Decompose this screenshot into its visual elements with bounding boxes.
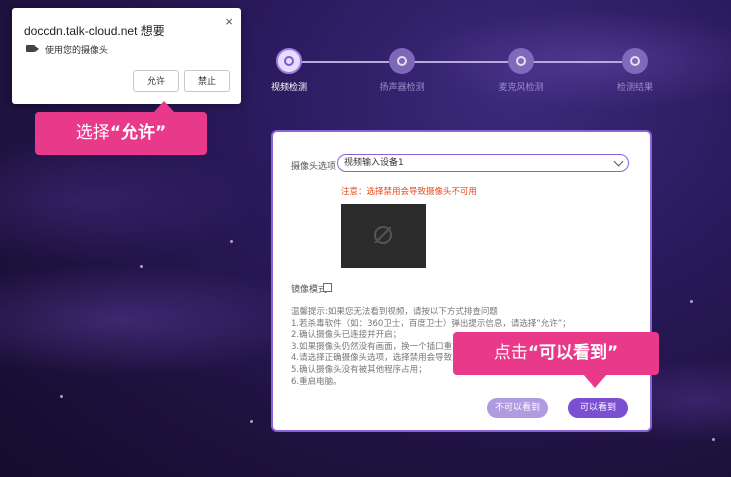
camera-icon xyxy=(26,45,39,52)
callout-prefix: 点击 xyxy=(493,343,528,363)
can-see-button[interactable]: 可以看到 xyxy=(568,398,628,418)
cannot-see-button[interactable]: 不可以看到 xyxy=(487,398,548,418)
star-decoration xyxy=(60,395,63,398)
camera-select[interactable]: 视频输入设备1 xyxy=(337,154,629,172)
mirror-mode-label: 镜像模式 xyxy=(291,285,328,295)
block-button[interactable]: 禁止 xyxy=(184,70,230,92)
allow-hint-callout: 选择“允许” xyxy=(35,101,207,155)
close-icon[interactable]: × xyxy=(225,14,233,29)
step-video xyxy=(276,48,302,74)
step-label-speaker: 扬声器检测 xyxy=(379,83,425,93)
microphone-icon xyxy=(516,56,526,66)
headphones-icon xyxy=(397,56,407,66)
can-see-hint-callout: 点击“可以看到” xyxy=(453,332,659,388)
permission-title: doccdn.talk-cloud.net 想要 xyxy=(24,24,165,38)
star-decoration xyxy=(712,438,715,441)
allow-button[interactable]: 允许 xyxy=(133,70,179,92)
step-connector xyxy=(533,61,622,63)
step-microphone xyxy=(508,48,534,74)
step-label-microphone: 麦克风检测 xyxy=(498,83,544,93)
step-connector xyxy=(414,61,508,63)
tip-line: 1.若杀毒软件（如：360卫士，百度卫士）弹出提示信息，请选择“允许”； xyxy=(291,318,571,329)
star-decoration xyxy=(250,420,253,423)
step-label-result: 检测结果 xyxy=(616,83,654,93)
chevron-down-icon xyxy=(613,156,624,167)
tip-line: 6.重启电脑。 xyxy=(291,376,342,387)
star-decoration xyxy=(140,265,143,268)
camera-option-label: 摄像头选项 xyxy=(291,162,337,172)
tip-line: 温馨提示:如果您无法看到视频，请按以下方式排查问题 xyxy=(291,307,498,317)
mirror-mode-checkbox[interactable] xyxy=(323,283,332,292)
callout-emphasis: “允许” xyxy=(109,123,167,143)
camera-select-value: 视频输入设备1 xyxy=(344,158,404,168)
step-label-video: 视频检测 xyxy=(270,83,308,93)
callout-prefix: 选择 xyxy=(75,123,110,143)
camera-icon xyxy=(284,56,294,66)
camera-permission-popup: doccdn.talk-cloud.net 想要 × 使用您的摄像头 允许 禁止 xyxy=(12,8,241,104)
warning-text: 注意：选择禁用会导致摄像头不可用 xyxy=(341,187,478,197)
step-speaker xyxy=(389,48,415,74)
no-camera-icon xyxy=(374,226,392,244)
permission-request-text: 使用您的摄像头 xyxy=(45,45,109,55)
star-decoration xyxy=(690,300,693,303)
step-connector xyxy=(301,61,389,63)
result-icon xyxy=(630,56,640,66)
callout-emphasis: “可以看到” xyxy=(527,343,619,363)
star-decoration xyxy=(230,240,233,243)
step-result xyxy=(622,48,648,74)
camera-preview xyxy=(341,204,426,268)
